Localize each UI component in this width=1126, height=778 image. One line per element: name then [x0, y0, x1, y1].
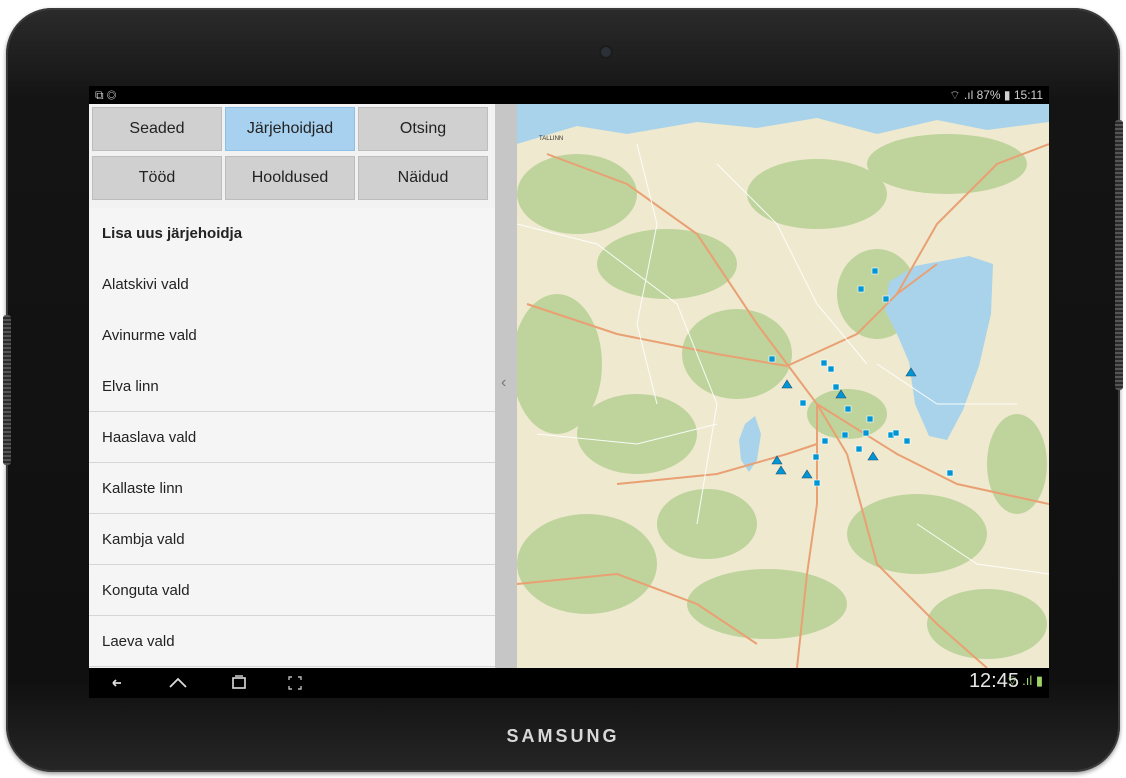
map-view[interactable]: TALLINN [512, 104, 1049, 669]
readings-button[interactable]: Näidud [358, 156, 488, 200]
map-marker[interactable] [892, 429, 900, 437]
search-button[interactable]: Otsing [358, 107, 488, 151]
map-marker[interactable] [841, 431, 849, 439]
list-item[interactable]: Elva linn [89, 361, 495, 412]
map-marker[interactable] [855, 445, 863, 453]
bookmark-list: Lisa uus järjehoidja Alatskivi vald Avin… [89, 208, 495, 667]
home-icon[interactable] [166, 673, 190, 693]
brand-logo: SAMSUNG [506, 726, 620, 746]
recent-apps-icon[interactable] [229, 673, 249, 693]
side-button-left [3, 315, 11, 465]
map-marker[interactable] [882, 295, 890, 303]
panel-collapse-handle[interactable]: ‹ [495, 104, 517, 668]
back-icon[interactable] [107, 673, 127, 693]
side-panel: Seaded Järjehoidjad Otsing Tööd Hoolduse… [89, 104, 495, 668]
map-marker[interactable] [946, 469, 954, 477]
map-canvas: TALLINN [512, 104, 1049, 669]
settings-button[interactable]: Seaded [92, 107, 222, 151]
list-item[interactable]: Haaslava vald [89, 412, 495, 463]
map-label-tallinn: TALLINN [539, 136, 563, 142]
system-tray-icons: ⌔ .ıl ▮ [1006, 673, 1043, 688]
map-marker[interactable] [866, 415, 874, 423]
list-item[interactable]: Laeva vald [89, 616, 495, 667]
list-item[interactable]: Kambja vald [89, 514, 495, 565]
map-marker[interactable] [813, 479, 821, 487]
button-row-1: Seaded Järjehoidjad Otsing [92, 107, 492, 151]
list-item[interactable]: Avinurme vald [89, 310, 495, 361]
map-marker[interactable] [812, 453, 820, 461]
chevron-left-icon: ‹ [501, 374, 507, 391]
bookmarks-button[interactable]: Järjehoidjad [225, 107, 355, 151]
map-marker[interactable] [844, 405, 852, 413]
map-marker[interactable] [903, 437, 911, 445]
status-right-info: ⌔ .ıl 87% ▮ 15:11 [949, 88, 1043, 102]
screenshot-icon[interactable] [285, 673, 305, 693]
status-left-icons: ⧉ ◎ [95, 88, 117, 102]
works-button[interactable]: Tööd [92, 156, 222, 200]
status-bar: ⧉ ◎ ⌔ .ıl 87% ▮ 15:11 [89, 86, 1049, 104]
add-bookmark-item[interactable]: Lisa uus järjehoidja [89, 208, 495, 259]
button-row-2: Tööd Hooldused Näidud [92, 156, 492, 200]
map-marker[interactable] [857, 285, 865, 293]
map-marker[interactable] [799, 399, 807, 407]
map-marker[interactable] [862, 429, 870, 437]
list-item[interactable]: Konguta vald [89, 565, 495, 616]
nav-bar: 12:45 ⌔ .ıl ▮ [89, 668, 1049, 698]
map-marker[interactable] [832, 383, 840, 391]
map-marker[interactable] [768, 355, 776, 363]
screen: ⧉ ◎ ⌔ .ıl 87% ▮ 15:11 Seaded Järjehoidja… [89, 86, 1049, 698]
side-button-right [1115, 120, 1123, 390]
map-marker[interactable] [827, 365, 835, 373]
maintenance-button[interactable]: Hooldused [225, 156, 355, 200]
front-camera [601, 47, 611, 57]
app: Seaded Järjehoidjad Otsing Tööd Hoolduse… [89, 104, 1049, 669]
map-marker[interactable] [871, 267, 879, 275]
list-item[interactable]: Alatskivi vald [89, 259, 495, 310]
map-marker[interactable] [821, 437, 829, 445]
map-marker[interactable] [820, 359, 828, 367]
list-item[interactable]: Kallaste linn [89, 463, 495, 514]
